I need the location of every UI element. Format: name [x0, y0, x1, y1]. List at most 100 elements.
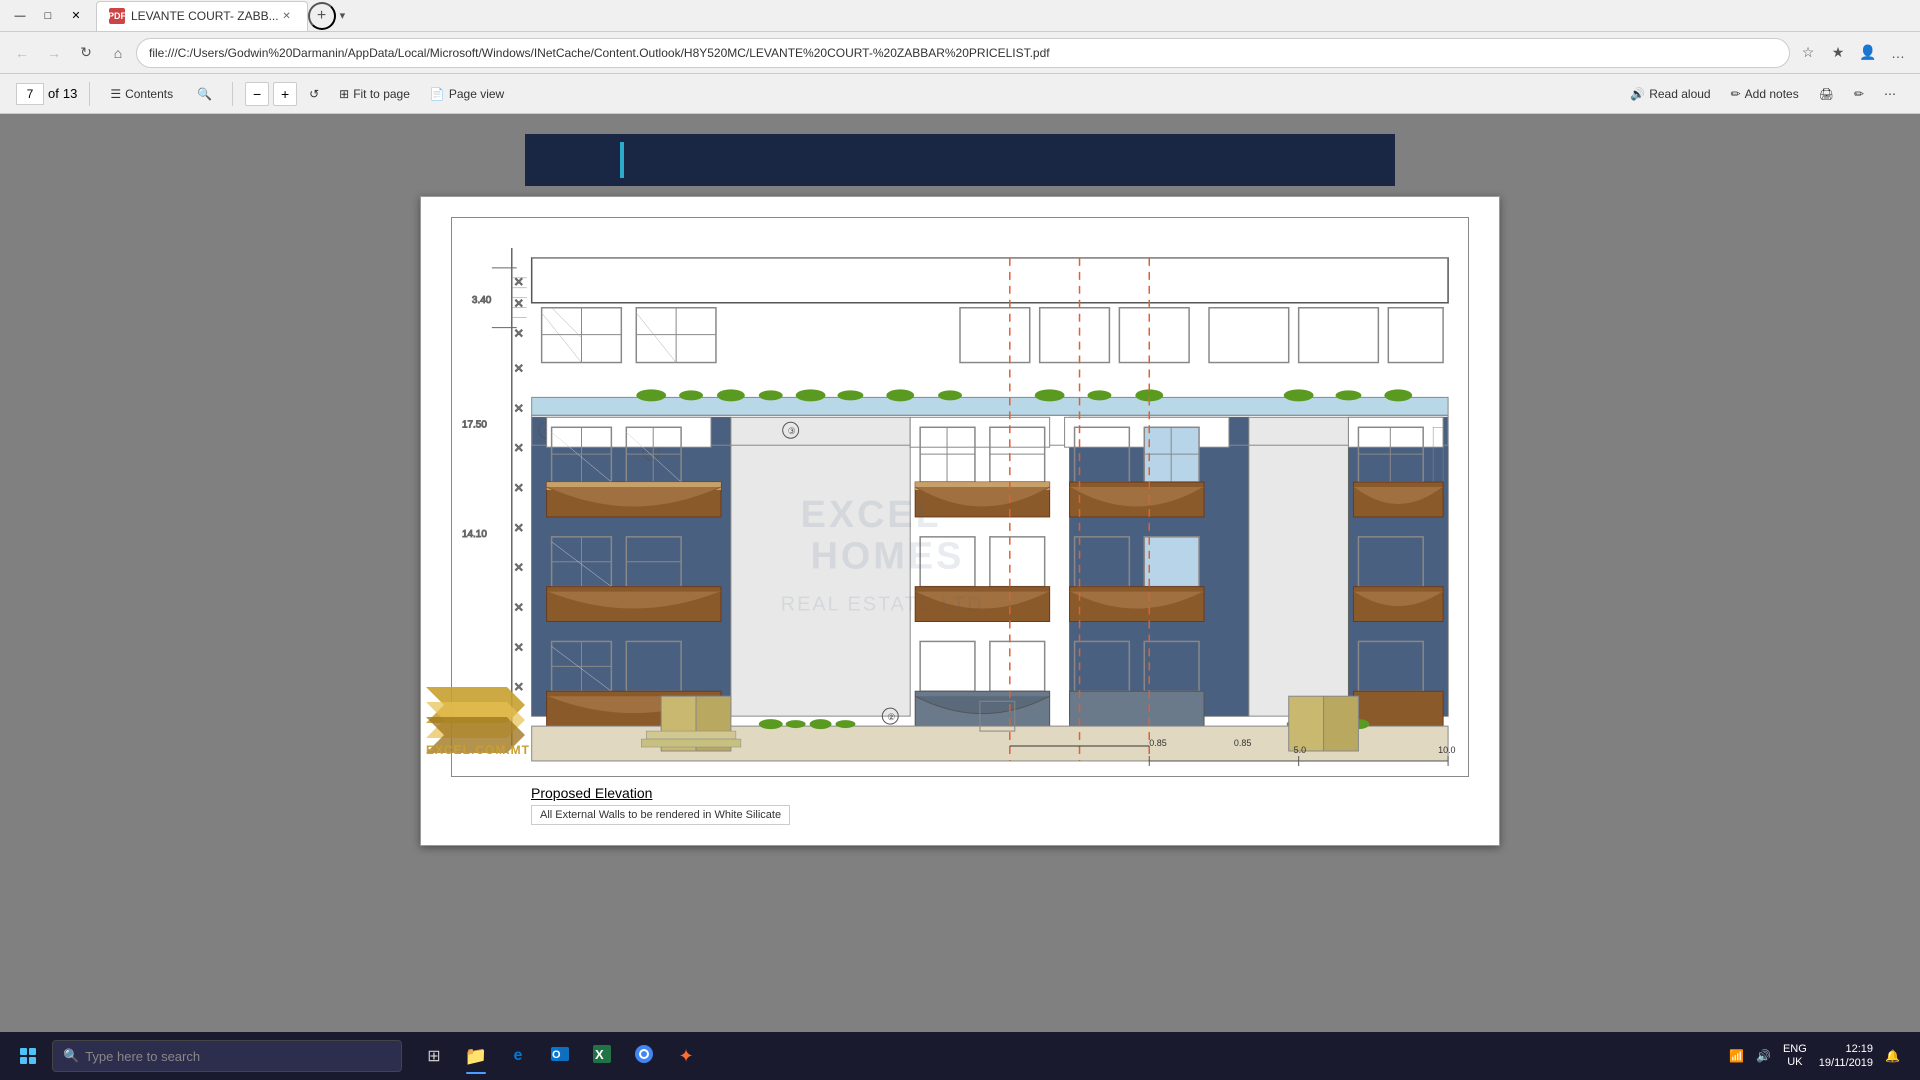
tab-chevron-icon[interactable]: ▾ — [336, 5, 350, 26]
file-explorer-button[interactable]: 📁 — [456, 1036, 496, 1076]
pdf-header-band — [525, 134, 1395, 186]
drawing-caption: Proposed Elevation — [451, 785, 1469, 801]
forward-button[interactable]: → — [40, 39, 68, 67]
date-display: 19/11/2019 — [1819, 1056, 1873, 1070]
add-notes-label: Add notes — [1745, 87, 1799, 101]
active-tab[interactable]: PDF LEVANTE COURT- ZABB... ✕ — [96, 1, 308, 31]
read-aloud-button[interactable]: 🔊 Read aloud — [1622, 83, 1718, 105]
svg-text:3.40: 3.40 — [472, 295, 492, 306]
task-view-button[interactable]: ⊞ — [414, 1036, 454, 1076]
zoom-controls: − + ↺ ⊞ Fit to page 📄 Page view — [245, 82, 512, 106]
pdf-page: 3.40 ✕ ✕ ✕ ✕ ✕ ✕ ✕ — [420, 196, 1500, 846]
taskbar-items: ⊞ 📁 e O — [414, 1036, 706, 1076]
address-bar[interactable]: file:///C:/Users/Godwin%20Darmanin/AppDa… — [136, 38, 1790, 68]
maximize-button[interactable]: □ — [36, 4, 60, 28]
outlook-button[interactable]: O — [540, 1036, 580, 1076]
zoom-out-button[interactable]: − — [245, 82, 269, 106]
taskbar: 🔍 Type here to search ⊞ 📁 e O — [0, 1032, 1920, 1080]
system-clock[interactable]: 12:19 19/11/2019 — [1815, 1038, 1877, 1075]
contents-button[interactable]: ☰ Contents — [102, 83, 181, 105]
minimize-button[interactable]: — — [8, 4, 32, 28]
svg-text:✕: ✕ — [514, 275, 524, 289]
print-button[interactable]: 🖨 — [1811, 83, 1842, 105]
network-icon[interactable]: 📶 — [1725, 1045, 1748, 1067]
new-tab-button[interactable]: + — [308, 2, 336, 30]
drawing-note: All External Walls to be rendered in Whi… — [531, 805, 790, 825]
edge-browser-button[interactable]: e — [498, 1036, 538, 1076]
svg-text:✕: ✕ — [514, 297, 524, 311]
language-code: ENG UK — [1783, 1043, 1807, 1069]
pdf-toolbar-right: 🔊 Read aloud ✏ Add notes 🖨 ✏ ⋯ — [1622, 83, 1904, 105]
fit-page-icon: ⊞ — [339, 87, 349, 101]
svg-text:10.0: 10.0 — [1438, 745, 1455, 755]
time-display: 12:19 — [1819, 1042, 1873, 1056]
file-explorer-icon: 📁 — [465, 1046, 487, 1067]
page-view-icon: 📄 — [430, 87, 445, 101]
window-controls: — □ ✕ — [8, 4, 88, 28]
toolbar-divider-1 — [89, 82, 90, 106]
edge-icon: e — [514, 1047, 523, 1065]
svg-text:HOMES: HOMES — [811, 536, 965, 578]
volume-icon[interactable]: 🔊 — [1752, 1045, 1775, 1067]
pdf-toolbar: of 13 ☰ Contents 🔍 − + ↺ ⊞ Fit to page 📄… — [0, 74, 1920, 114]
url-text: file:///C:/Users/Godwin%20Darmanin/AppDa… — [149, 46, 1050, 60]
fit-page-button[interactable]: ⊞ Fit to page — [331, 83, 418, 105]
svg-text:✕: ✕ — [514, 327, 524, 341]
excel-taskbar-icon: X — [592, 1044, 612, 1069]
read-aloud-label: Read aloud — [1649, 87, 1710, 101]
pdf-search-icon: 🔍 — [197, 87, 212, 101]
svg-text:REAL ESTATE LTD: REAL ESTATE LTD — [781, 594, 984, 616]
svg-text:②: ② — [887, 712, 895, 722]
settings-button[interactable]: … — [1884, 39, 1912, 67]
favorites-button[interactable]: ☆ — [1794, 39, 1822, 67]
contents-label: Contents — [125, 87, 173, 101]
collections-button[interactable]: ★ — [1824, 39, 1852, 67]
tab-close-button[interactable]: ✕ — [279, 8, 295, 24]
svg-text:✕: ✕ — [514, 521, 524, 535]
zoom-in-button[interactable]: + — [273, 82, 297, 106]
browser-window: — □ ✕ PDF LEVANTE COURT- ZABB... ✕ + ▾ ←… — [0, 0, 1920, 1080]
svg-text:✕: ✕ — [514, 361, 524, 375]
navigation-bar: ← → ↻ ⌂ file:///C:/Users/Godwin%20Darman… — [0, 32, 1920, 74]
other-app-icon: ✦ — [678, 1046, 693, 1067]
excel-taskbar-button[interactable]: X — [582, 1036, 622, 1076]
add-notes-button[interactable]: ✏ Add notes — [1723, 83, 1807, 105]
browser-toolbar-right: ☆ ★ 👤 … — [1794, 39, 1912, 67]
back-button[interactable]: ← — [8, 39, 36, 67]
svg-text:5.0: 5.0 — [1294, 745, 1306, 755]
svg-text:✕: ✕ — [514, 640, 524, 654]
chrome-icon — [634, 1044, 654, 1069]
svg-text:EXCEL: EXCEL — [801, 494, 942, 536]
home-button[interactable]: ⌂ — [104, 39, 132, 67]
svg-text:✕: ✕ — [514, 401, 524, 415]
svg-text:✕: ✕ — [514, 601, 524, 615]
page-info: of 13 — [16, 83, 77, 105]
page-number-input[interactable] — [16, 83, 44, 105]
page-view-button[interactable]: 📄 Page view — [422, 83, 512, 105]
more-button[interactable]: ⋯ — [1876, 83, 1904, 105]
account-button[interactable]: 👤 — [1854, 39, 1882, 67]
close-button[interactable]: ✕ — [64, 4, 88, 28]
page-view-label: Page view — [449, 87, 504, 101]
system-tray: 📶 🔊 ENG UK 12:19 19/11/2019 🔔 — [1717, 1038, 1912, 1075]
language-indicator[interactable]: ENG UK — [1779, 1039, 1811, 1073]
windows-icon — [20, 1048, 36, 1064]
outlook-icon: O — [550, 1044, 570, 1069]
start-button[interactable] — [8, 1036, 48, 1076]
chrome-button[interactable] — [624, 1036, 664, 1076]
svg-text:17.50: 17.50 — [462, 419, 487, 430]
svg-text:✕: ✕ — [514, 561, 524, 575]
other-app-button[interactable]: ✦ — [666, 1036, 706, 1076]
svg-text:14.10: 14.10 — [462, 529, 487, 540]
taskbar-search-placeholder: Type here to search — [85, 1049, 200, 1064]
rotate-button[interactable]: ↺ — [301, 83, 327, 105]
pdf-tab-icon: PDF — [109, 8, 125, 24]
draw-button[interactable]: ✏ — [1846, 83, 1872, 105]
tab-label: LEVANTE COURT- ZABB... — [131, 9, 279, 23]
refresh-button[interactable]: ↻ — [72, 39, 100, 67]
notifications-icon[interactable]: 🔔 — [1881, 1045, 1904, 1067]
title-bar: — □ ✕ PDF LEVANTE COURT- ZABB... ✕ + ▾ — [0, 0, 1920, 32]
toolbar-divider-2 — [232, 82, 233, 106]
pdf-search-button[interactable]: 🔍 — [189, 83, 220, 105]
taskbar-search-box[interactable]: 🔍 Type here to search — [52, 1040, 402, 1072]
